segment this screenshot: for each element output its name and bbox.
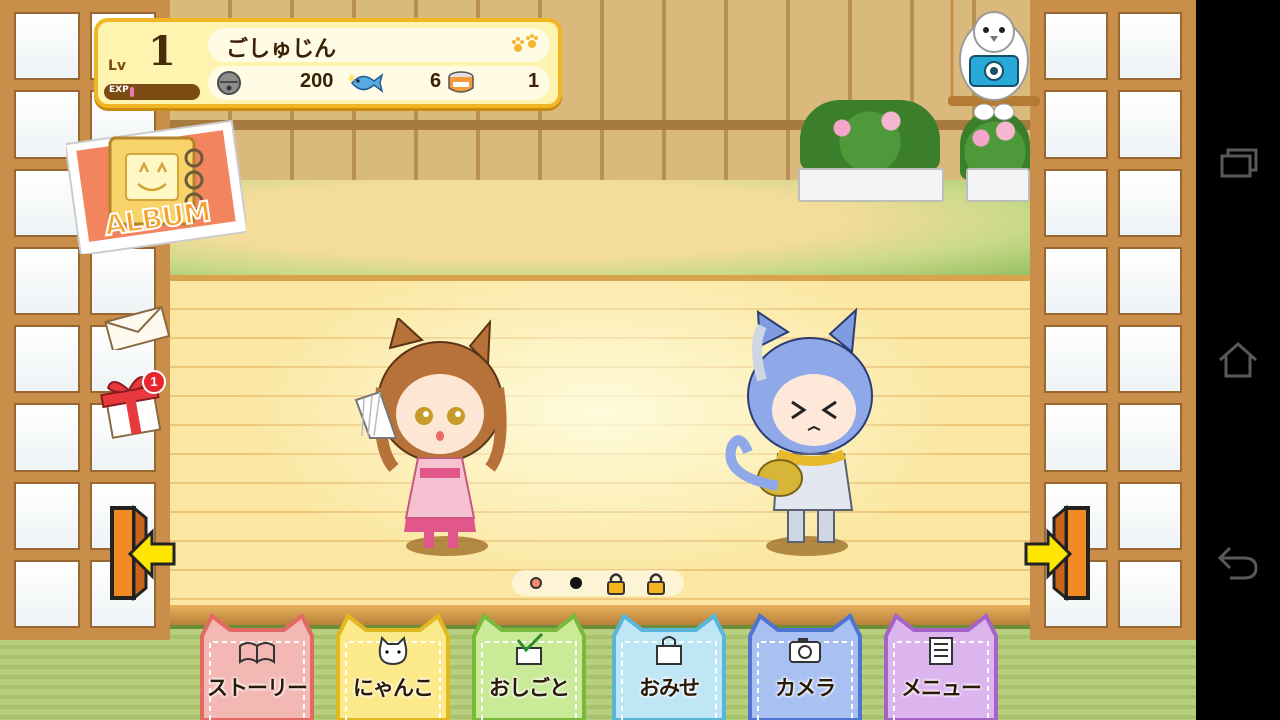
ticket-count: 1 [528, 70, 540, 92]
back-icon[interactable] [1216, 540, 1260, 584]
menu-button-frame [336, 612, 450, 720]
level-value: 1 [148, 28, 176, 75]
cat-food-can-icon [448, 71, 474, 93]
menu-button-label: にゃんこ [353, 676, 434, 700]
bird-camera-icon[interactable] [946, 0, 1042, 130]
exp-bar: EXP [104, 84, 200, 100]
exp-bar-fill [130, 87, 134, 97]
page-indicator [512, 570, 684, 596]
paw-icon [512, 34, 538, 52]
page-dot-visited[interactable] [530, 577, 542, 589]
menu-button-frame [200, 612, 314, 720]
cat-knight-character[interactable] [718, 306, 888, 552]
bell-icon [217, 71, 241, 95]
lock-icon [607, 573, 625, 595]
flower-planter [798, 168, 944, 202]
menu-button-label: ストーリー [207, 676, 308, 700]
level-label: Lv [108, 58, 127, 74]
menu-button-5[interactable]: メニュー [880, 612, 1002, 720]
menu-button-frame [884, 612, 998, 720]
menu-button-label: おみせ [639, 676, 700, 700]
left-door-arrow-button[interactable] [106, 504, 176, 602]
flower-bush [800, 100, 940, 170]
system-navigation-bar [1196, 0, 1280, 720]
player-name: ごしゅじん [226, 37, 337, 62]
page-dot-current[interactable] [570, 577, 582, 589]
lock-icon [647, 573, 665, 595]
player-status-panel[interactable]: Lv 1 EXP ごしゅじん 200 6 1 [94, 18, 562, 108]
exp-label: EXP [109, 85, 129, 95]
currency-box: 200 6 1 [208, 66, 550, 100]
menu-button-label: おしごと [489, 676, 570, 700]
menu-button-frame [748, 612, 862, 720]
home-icon[interactable] [1216, 338, 1260, 382]
right-door-arrow-button[interactable] [1024, 504, 1094, 602]
menu-button-label: カメラ [775, 676, 836, 700]
game-screen: Lv 1 EXP ごしゅじん 200 6 1 ALBUM 1 ストーリー にゃん… [0, 0, 1196, 720]
can-count: 6 [430, 70, 442, 92]
list-icon [929, 637, 953, 665]
menu-button-4[interactable]: カメラ [744, 612, 866, 720]
menu-button-frame [472, 612, 586, 720]
menu-button-1[interactable]: にゃんこ [332, 612, 454, 720]
menu-button-3[interactable]: おみせ [608, 612, 730, 720]
menu-button-0[interactable]: ストーリー [196, 612, 318, 720]
fox-girl-character[interactable] [340, 318, 516, 554]
menu-button-frame [612, 612, 726, 720]
recent-apps-icon[interactable] [1216, 142, 1260, 186]
bell-count: 200 [300, 70, 334, 92]
menu-button-2[interactable]: おしごと [468, 612, 590, 720]
mail-icon[interactable] [102, 306, 172, 350]
album-button[interactable]: ALBUM [64, 118, 249, 257]
gift-button[interactable]: 1 [96, 368, 168, 440]
tatami-floor [0, 625, 1196, 720]
player-name-box: ごしゅじん [208, 28, 550, 62]
flower-planter [966, 168, 1030, 202]
menu-button-label: メニュー [901, 676, 982, 700]
fish-icon [348, 73, 384, 93]
wooden-floor [170, 275, 1030, 610]
camera-icon [789, 638, 821, 663]
gift-notification-badge: 1 [142, 370, 166, 394]
